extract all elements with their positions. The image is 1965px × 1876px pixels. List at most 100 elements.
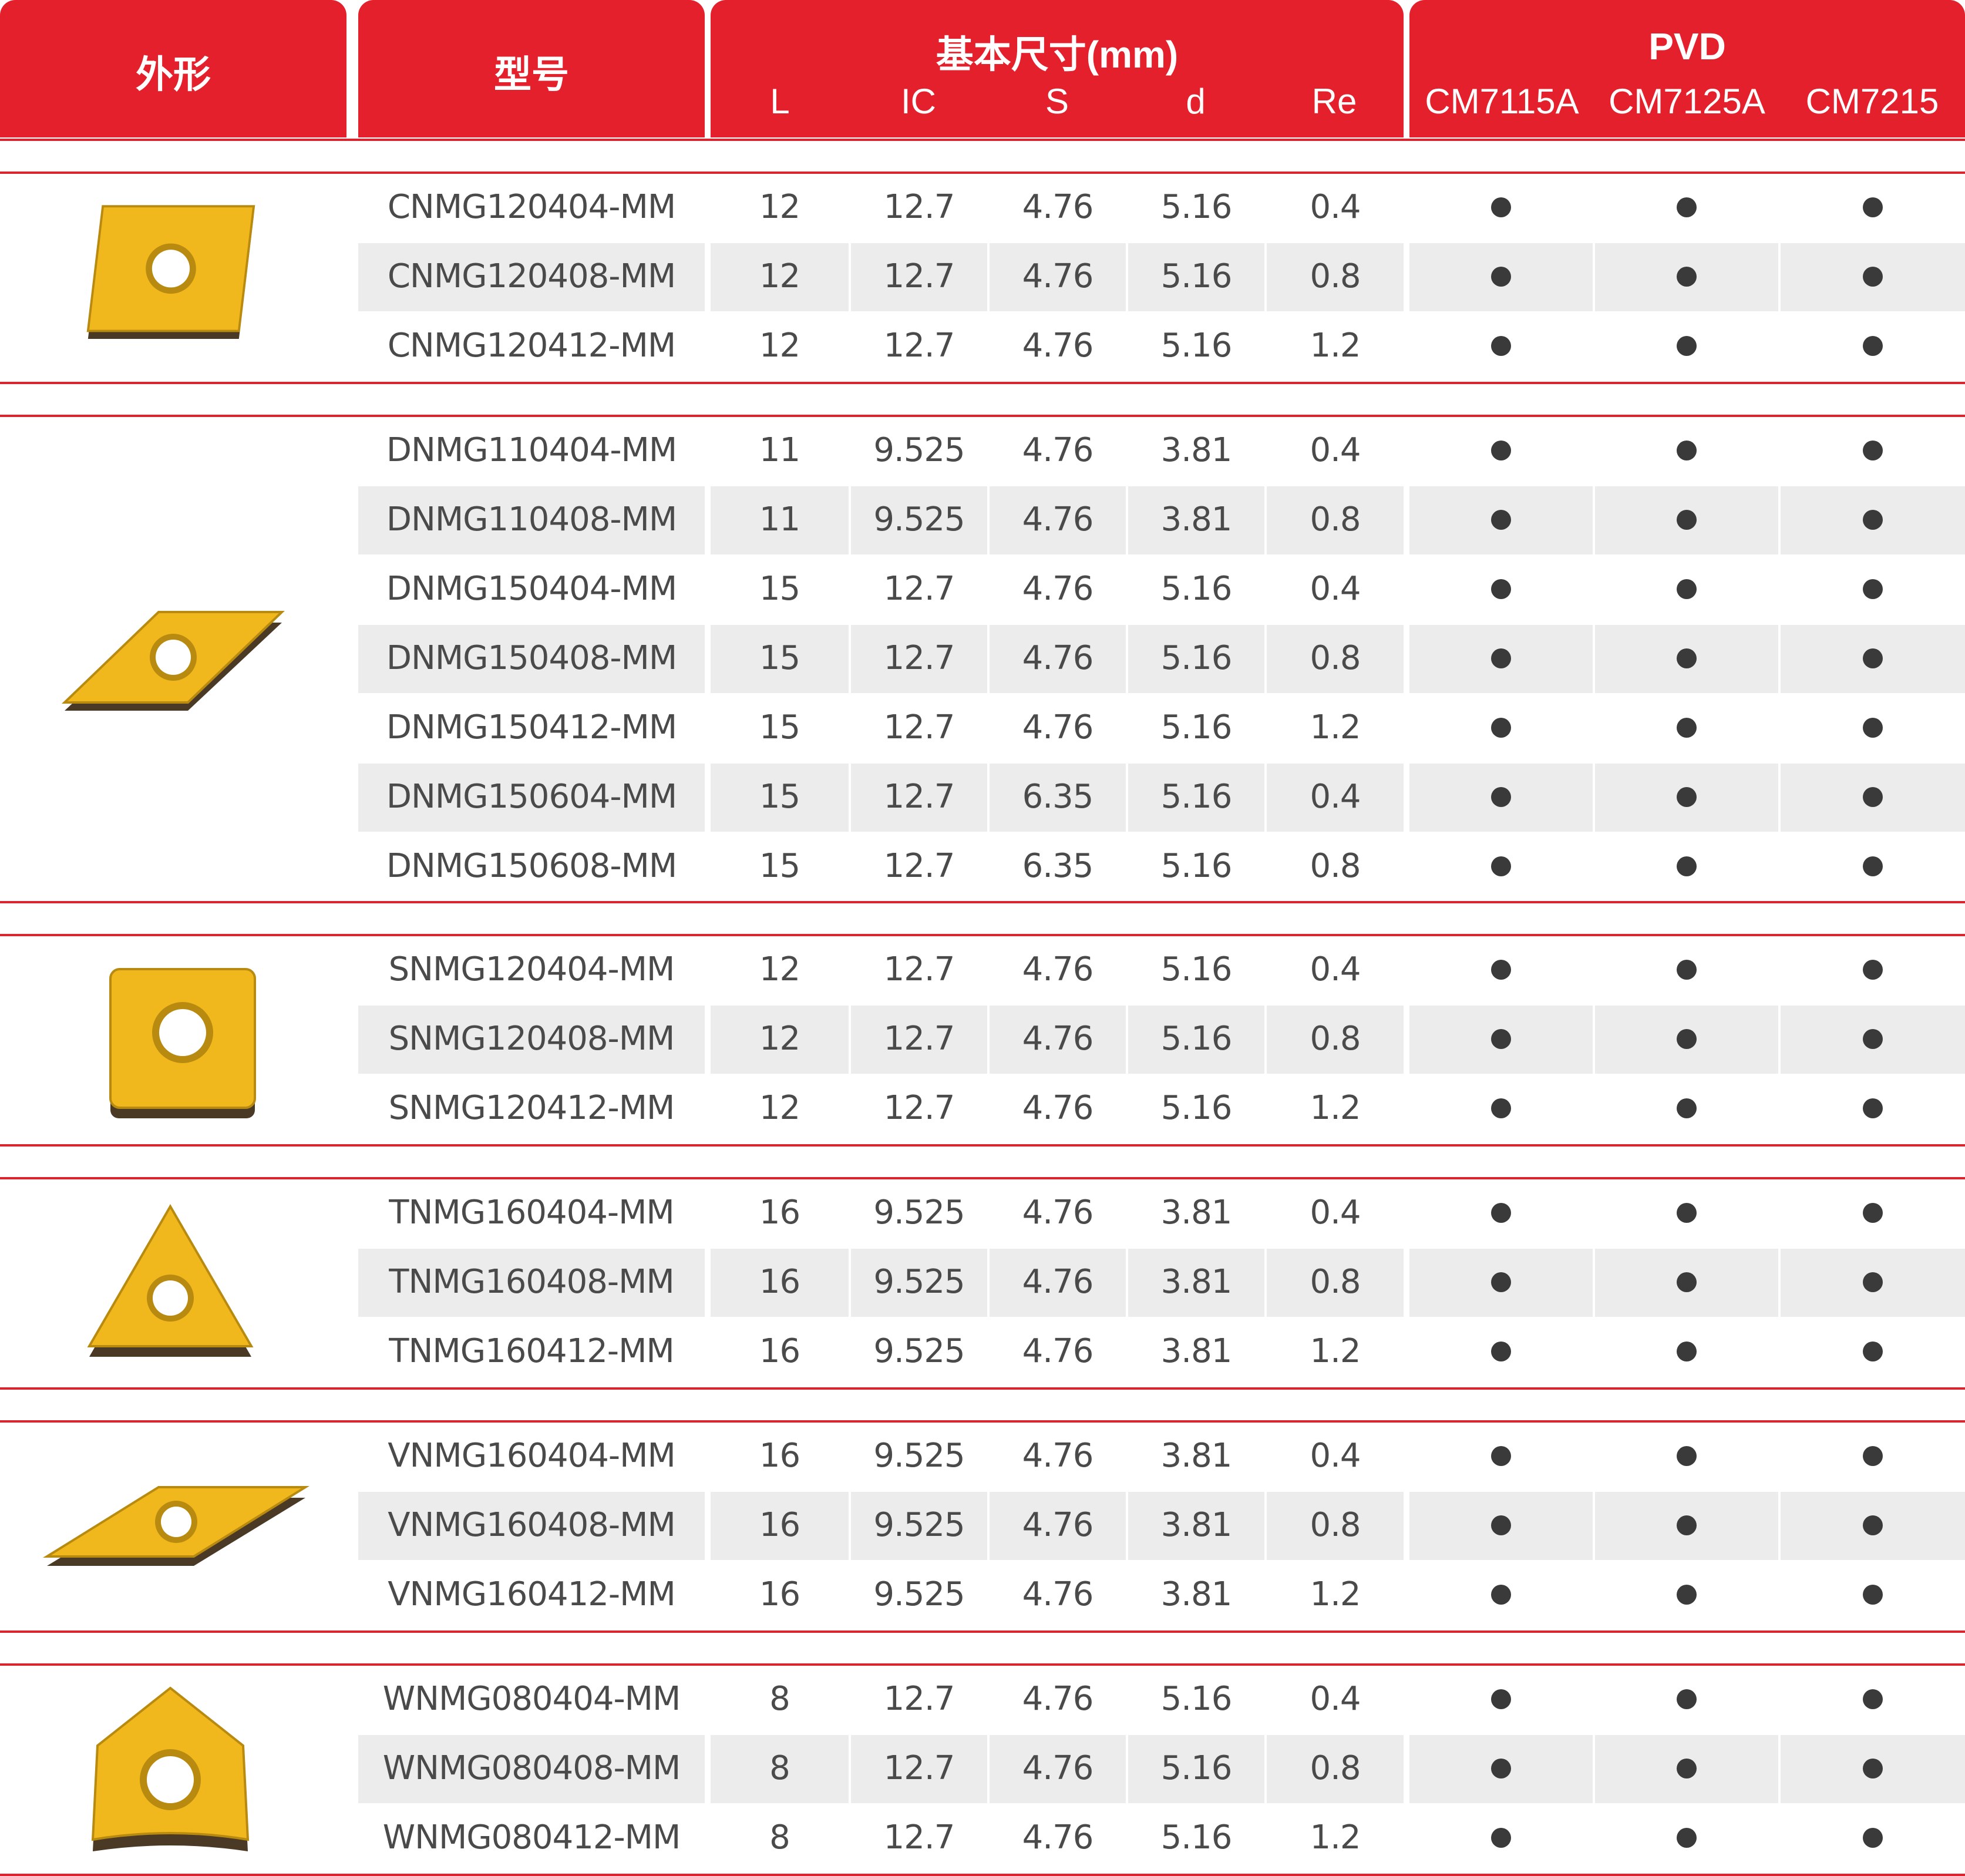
dim-cell-s: 6.35 [1022,847,1094,885]
dim-cell-s: 4.76 [1022,431,1094,469]
dim-cell-re: 1.2 [1310,1332,1361,1370]
dim-cell-ic: 12.7 [883,847,955,885]
dim-cell-d: 5.16 [1160,847,1233,885]
header-pvd-cell: PVD CM7115A CM7125A CM7215 [1409,0,1965,137]
dim-cell-d: 5.16 [1160,778,1233,816]
dim-cell-re: 1.2 [1310,327,1361,365]
model-cell: DNMG150404-MM [386,570,677,608]
model-cell: SNMG120412-MM [388,1089,675,1127]
header-grade-cm7125a: CM7125A [1609,82,1765,121]
grade-available-dot [1677,1272,1697,1292]
group-separator-top [0,1144,1965,1147]
dim-cell-ic: 12.7 [883,327,955,365]
dim-cell-d: 5.16 [1160,1020,1233,1058]
dim-cell-d: 3.81 [1160,1437,1233,1475]
grade-available-dot [1491,648,1511,668]
model-cell: VNMG160412-MM [388,1575,676,1613]
dim-cell-ic: 9.525 [873,1437,965,1475]
dim-cell-re: 0.4 [1310,570,1361,608]
grade-available-dot [1491,197,1511,217]
dim-cell-l: 16 [759,1332,800,1370]
header-grade-cm7215: CM7215 [1805,82,1939,121]
grade-available-dot [1863,1585,1883,1605]
grade-available-dot [1677,267,1697,287]
dim-cell-s: 4.76 [1022,1193,1094,1232]
wnmg-trigon-insert-icon [82,1680,258,1868]
dim-cell-d: 5.16 [1160,1089,1233,1127]
grade-available-dot [1491,336,1511,356]
dim-cell-l: 16 [759,1437,800,1475]
dim-cell-s: 4.76 [1022,1680,1094,1718]
header-model-cell: 型号 [358,0,705,137]
header-model-label: 型号 [494,53,569,96]
grade-available-dot [1491,1203,1511,1223]
dim-cell-l: 15 [759,778,800,816]
dim-cell-re: 1.2 [1310,1818,1361,1857]
grade-available-dot [1491,1029,1511,1049]
header-dim-d: d [1186,82,1206,121]
dim-cell-re: 0.4 [1310,431,1361,469]
dim-cell-s: 4.76 [1022,950,1094,989]
dim-cell-l: 11 [759,431,800,469]
grade-available-dot [1677,441,1697,460]
grade-available-dot [1677,1098,1697,1118]
grade-available-dot [1677,1515,1697,1535]
dim-cell-l: 15 [759,847,800,885]
grade-available-dot [1863,579,1883,599]
dim-cell-s: 4.76 [1022,1506,1094,1544]
dim-cell-d: 5.16 [1160,188,1233,226]
grade-available-dot [1491,718,1511,738]
model-cell: CNMG120408-MM [387,257,676,295]
model-cell: CNMG120404-MM [387,188,676,226]
dim-cell-l: 12 [759,257,800,295]
dim-cell-ic: 9.525 [873,1263,965,1301]
model-cell: TNMG160404-MM [389,1193,674,1232]
dim-cell-re: 1.2 [1310,1089,1361,1127]
dim-cell-s: 4.76 [1022,570,1094,608]
dim-cell-re: 1.2 [1310,1575,1361,1613]
header-dim-Re: Re [1311,82,1357,121]
dim-cell-ic: 9.525 [873,431,965,469]
grade-available-dot [1863,787,1883,807]
grade-available-dot [1491,441,1511,460]
model-cell: SNMG120408-MM [388,1020,675,1058]
dim-cell-d: 3.81 [1160,1506,1233,1544]
dim-cell-ic: 9.525 [873,500,965,539]
dim-cell-ic: 12.7 [883,1749,955,1787]
grade-available-dot [1491,856,1511,876]
dim-cell-s: 4.76 [1022,1749,1094,1787]
model-cell: DNMG150608-MM [386,847,677,885]
grade-available-dot [1863,1029,1883,1049]
dim-cell-re: 0.4 [1310,1193,1361,1232]
dim-cell-re: 0.8 [1310,1263,1361,1301]
dim-cell-ic: 12.7 [883,1680,955,1718]
dim-cell-re: 0.8 [1310,847,1361,885]
grade-available-dot [1491,267,1511,287]
grade-available-dot [1677,1585,1697,1605]
grade-available-dot [1677,1342,1697,1361]
group-separator-top [0,901,1965,903]
dim-cell-re: 0.8 [1310,257,1361,295]
dim-cell-l: 15 [759,708,800,747]
grade-available-dot [1677,579,1697,599]
grade-available-dot [1863,197,1883,217]
dim-cell-l: 16 [759,1506,800,1544]
dim-cell-re: 0.8 [1310,1020,1361,1058]
model-cell: DNMG150604-MM [386,778,677,816]
dim-cell-ic: 12.7 [883,778,955,816]
grade-available-dot [1491,1585,1511,1605]
dim-cell-ic: 12.7 [883,950,955,989]
vnmg-rhombus-35-insert-icon [41,1463,311,1580]
grade-available-dot [1491,787,1511,807]
grade-available-dot [1863,1203,1883,1223]
model-cell: WNMG080412-MM [382,1818,681,1857]
grade-available-dot [1491,510,1511,530]
grade-available-dot [1677,856,1697,876]
grade-available-dot [1863,267,1883,287]
grade-available-dot [1863,856,1883,876]
dim-cell-ic: 12.7 [883,257,955,295]
header-shape-cell: 外形 [0,0,346,137]
grade-available-dot [1863,1342,1883,1361]
grade-available-dot [1863,1272,1883,1292]
header-pvd-title: PVD [1648,25,1726,68]
